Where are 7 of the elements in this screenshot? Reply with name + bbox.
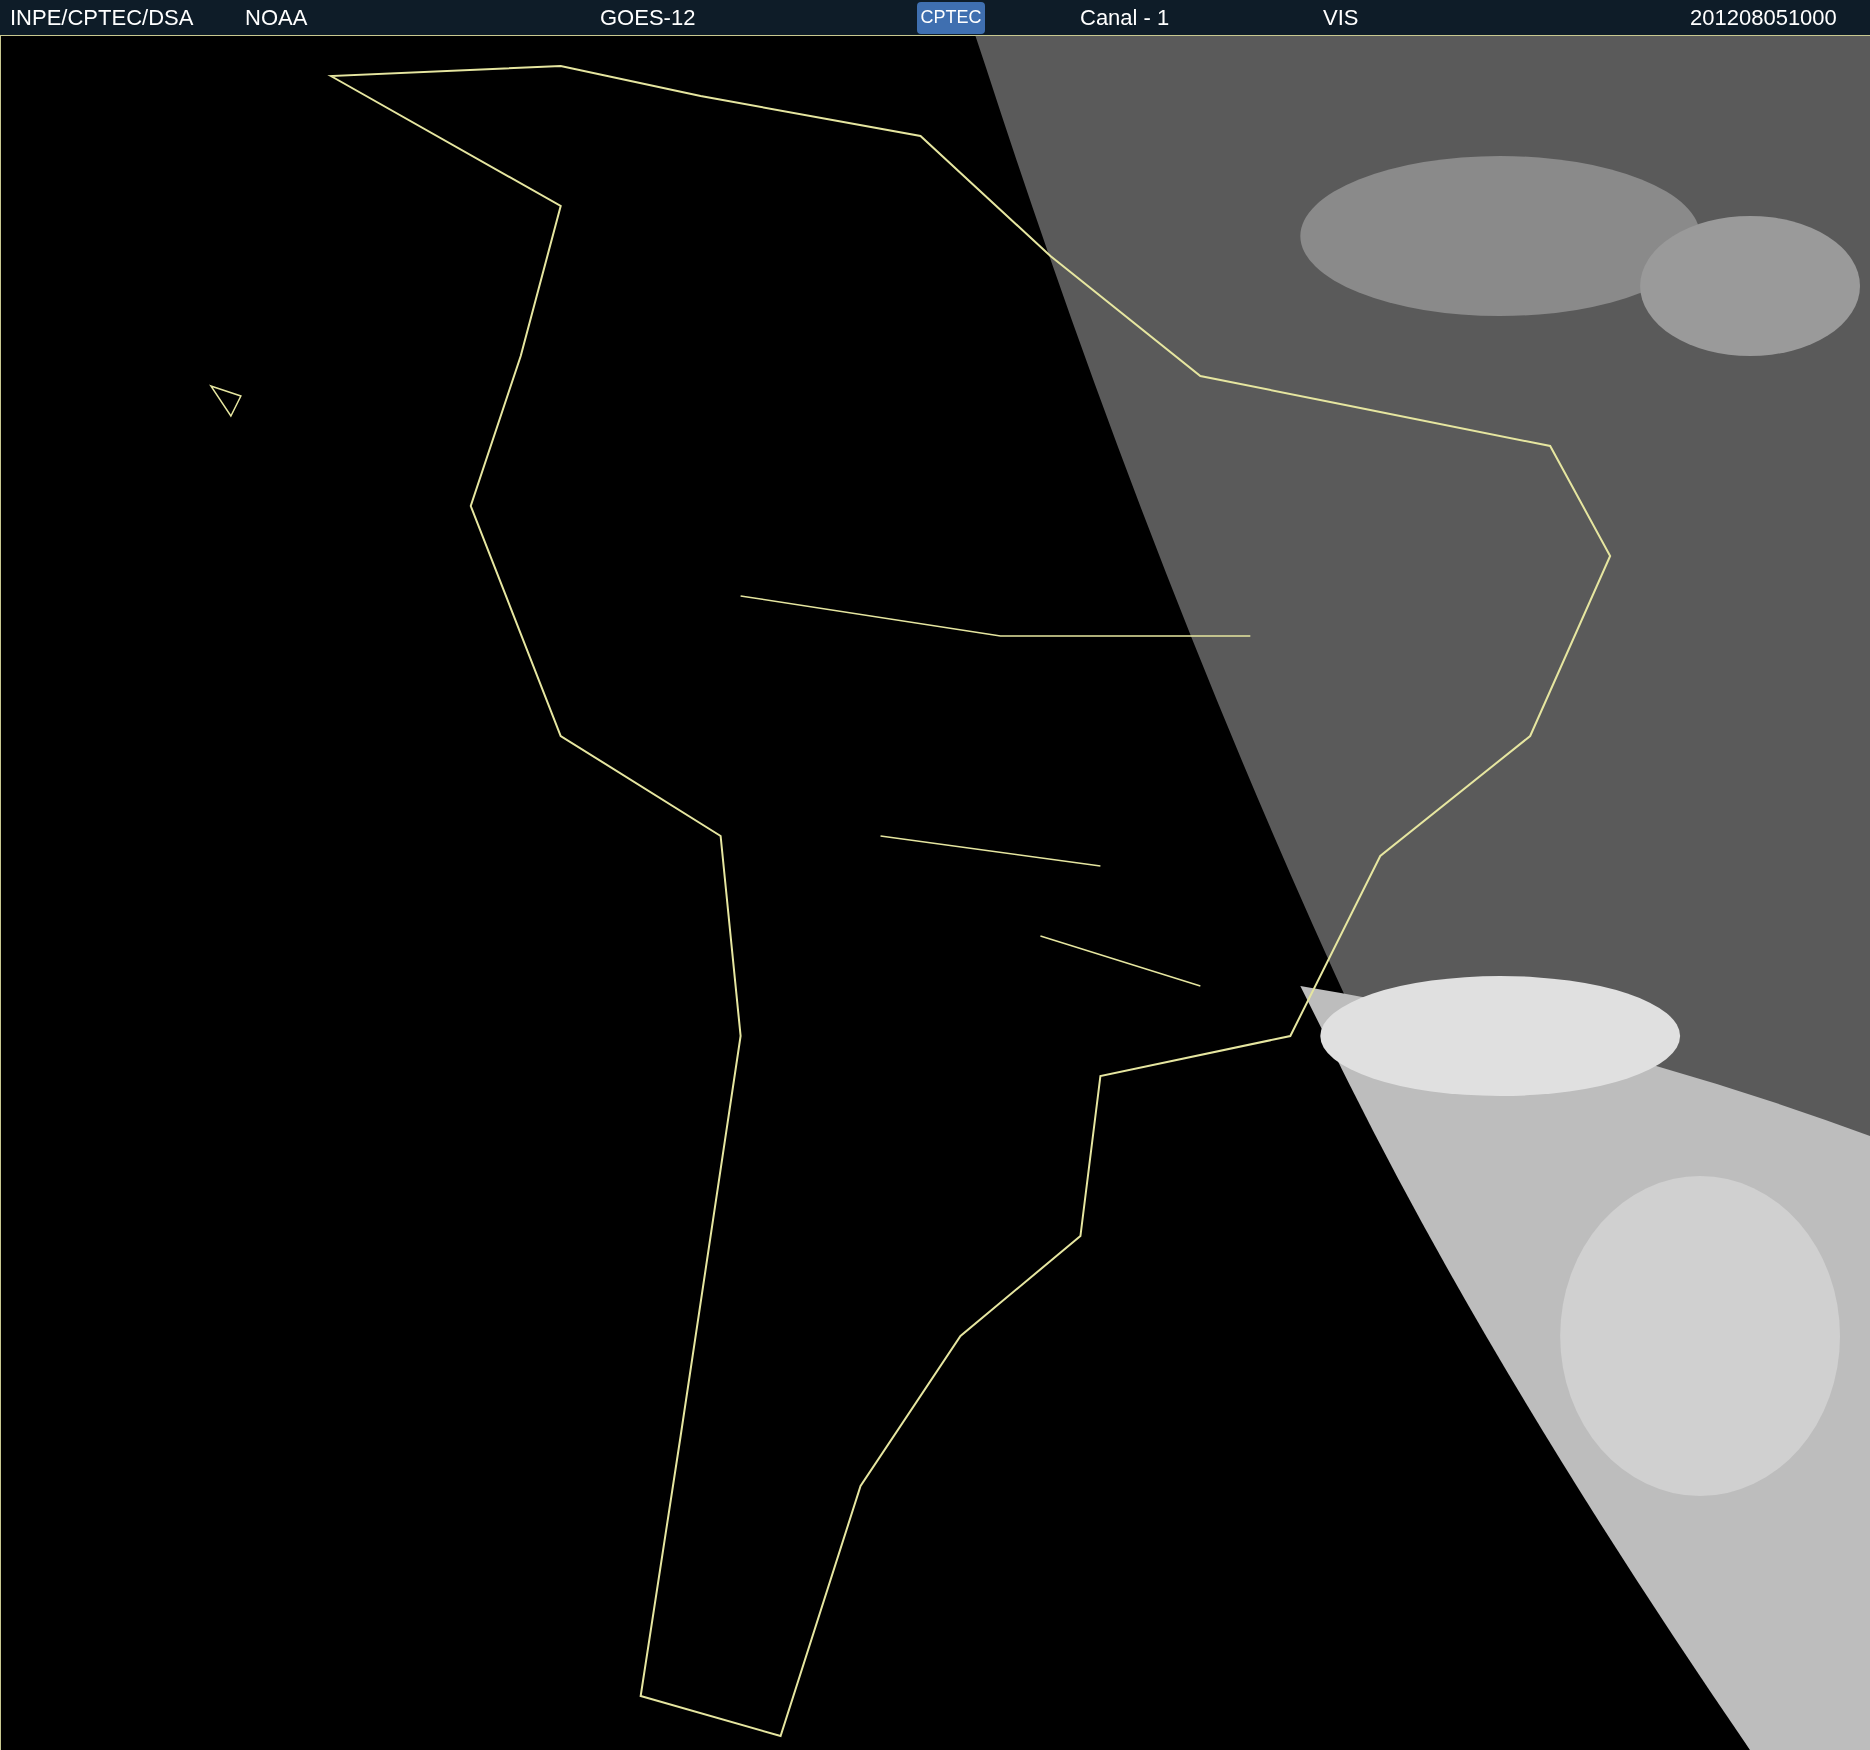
agency-label: NOAA: [245, 4, 309, 32]
source-label: INPE/CPTEC/DSA: [10, 4, 195, 32]
satellite-label: GOES-12: [600, 4, 697, 32]
timestamp-label: 201208051000: [1690, 4, 1837, 32]
logo: CPTEC: [917, 1, 985, 34]
channel-label: Canal - 1: [1080, 4, 1171, 32]
band-label: VIS: [1323, 4, 1360, 32]
